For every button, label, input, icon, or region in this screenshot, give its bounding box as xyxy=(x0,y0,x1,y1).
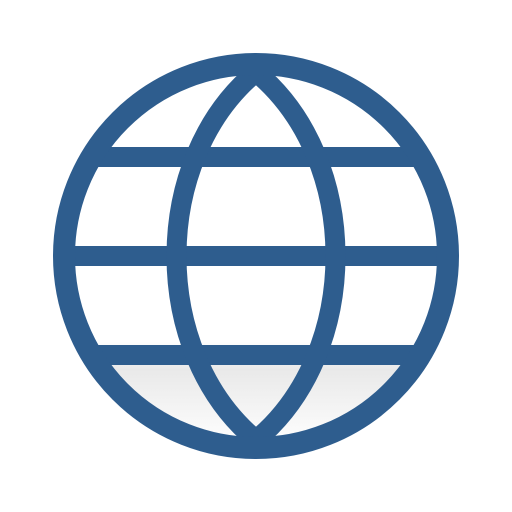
icon-canvas xyxy=(0,0,512,512)
globe-icon xyxy=(53,53,459,459)
